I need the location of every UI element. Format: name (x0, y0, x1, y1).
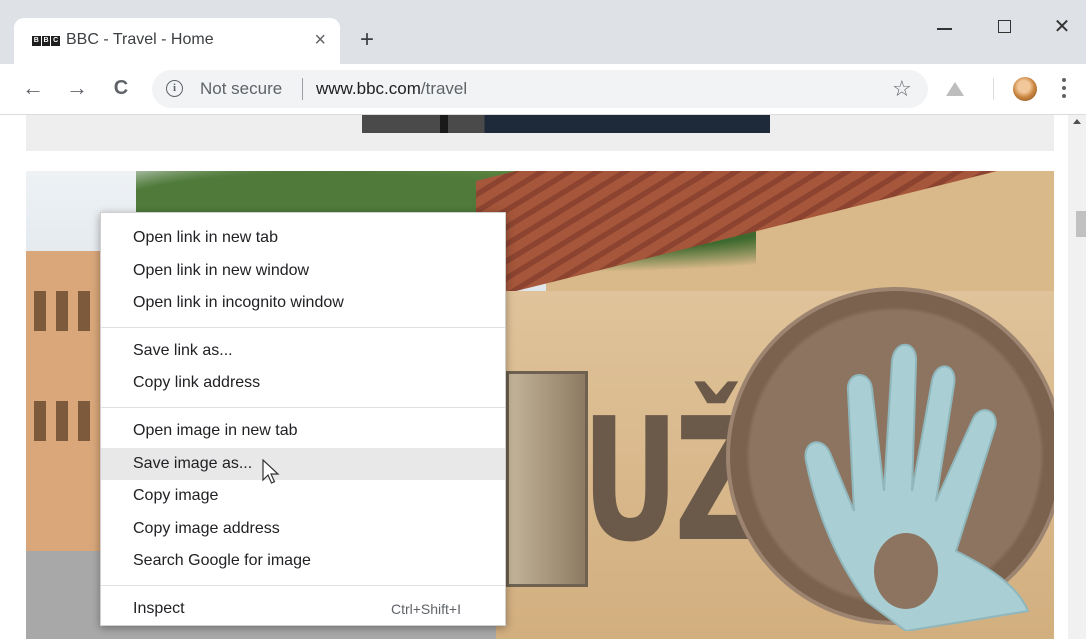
menu-separator (101, 326, 505, 328)
address-bar[interactable]: i Not secure www.bbc.com/travel ☆ (152, 70, 928, 108)
menu-inspect-label: Inspect (133, 599, 185, 617)
maximize-icon[interactable] (984, 12, 1024, 42)
menu-open-image-new-tab[interactable]: Open image in new tab (101, 415, 505, 448)
page-scrollbar[interactable] (1068, 115, 1086, 639)
menu-open-link-incognito[interactable]: Open link in incognito window (101, 287, 505, 320)
extension-icon[interactable] (946, 82, 964, 96)
back-icon[interactable]: ← (18, 73, 48, 103)
close-window-icon[interactable]: ✕ (1042, 12, 1082, 42)
menu-separator (101, 406, 505, 408)
menu-inspect[interactable]: Inspect Ctrl+Shift+I (101, 593, 505, 626)
new-tab-icon[interactable]: + (360, 28, 374, 52)
info-icon[interactable]: i (166, 80, 183, 97)
menu-open-link-new-window[interactable]: Open link in new window (101, 255, 505, 288)
url-host: www.bbc.com (316, 79, 421, 98)
menu-copy-link-address[interactable]: Copy link address (101, 367, 505, 400)
profile-avatar[interactable] (1013, 77, 1037, 101)
top-image-strip[interactable] (362, 115, 770, 133)
inspect-shortcut: Ctrl+Shift+I (390, 600, 461, 617)
url-text[interactable]: www.bbc.com/travel (316, 79, 467, 99)
browser-toolbar: ← → C i Not secure www.bbc.com/travel ☆ (0, 64, 1086, 115)
scroll-thumb[interactable] (1076, 211, 1086, 237)
menu-separator (101, 584, 505, 586)
omnibox-divider (302, 78, 303, 100)
menu-search-google-for-image[interactable]: Search Google for image (101, 545, 505, 578)
tab-title: BBC - Travel - Home (66, 31, 214, 48)
toolbar-divider (993, 78, 994, 100)
forward-icon[interactable]: → (62, 73, 92, 103)
tab-strip: B B C BBC - Travel - Home × + ✕ (0, 0, 1086, 66)
scroll-up-arrow-icon[interactable] (1073, 119, 1081, 124)
reload-icon[interactable]: C (106, 73, 136, 103)
menu-copy-image-address[interactable]: Copy image address (101, 513, 505, 546)
context-menu: Open link in new tab Open link in new wi… (100, 212, 506, 626)
tab-close-icon[interactable]: × (314, 29, 326, 52)
security-label[interactable]: Not secure (200, 79, 282, 99)
menu-copy-image[interactable]: Copy image (101, 480, 505, 513)
previous-section-band (26, 115, 1054, 151)
mouse-pointer-icon (262, 459, 280, 484)
url-path: /travel (420, 79, 468, 98)
hand-emblem (804, 343, 1030, 631)
bookmark-star-icon[interactable]: ☆ (892, 76, 912, 102)
menu-save-image-as[interactable]: Save image as... (101, 447, 505, 481)
bbc-favicon: B B C (32, 36, 61, 46)
minimize-icon[interactable] (924, 12, 964, 42)
menu-open-link-new-tab[interactable]: Open link in new tab (101, 222, 505, 255)
browser-tab[interactable]: B B C BBC - Travel - Home × (14, 18, 340, 66)
more-menu-icon[interactable] (1062, 78, 1068, 102)
menu-save-link-as[interactable]: Save link as... (101, 335, 505, 368)
